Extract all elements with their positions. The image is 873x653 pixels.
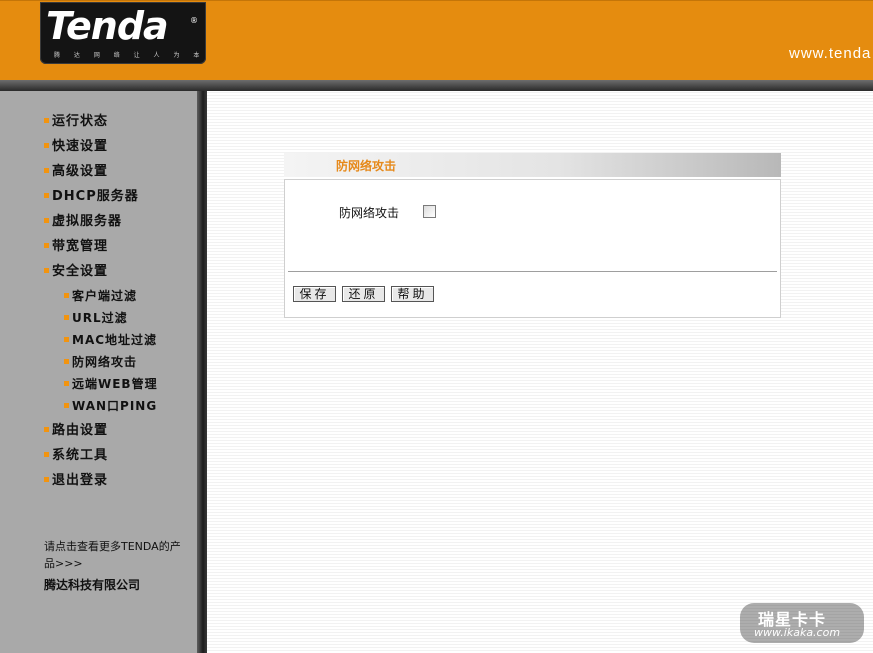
sidebar-item-label: 系统工具	[52, 448, 109, 463]
sidebar-item-quick-setup[interactable]: 快速设置	[44, 138, 108, 156]
panel-title: 防网络攻击	[336, 159, 397, 173]
sidebar-item-label: DHCP服务器	[52, 189, 139, 204]
sidebar-item-bandwidth[interactable]: 带宽管理	[44, 238, 108, 256]
bullet-icon	[64, 337, 69, 342]
bullet-icon	[44, 268, 49, 273]
bullet-icon	[64, 293, 69, 298]
tenda-logo: Tenda ® 腾 达 网 络 让 人 为 本	[40, 2, 206, 64]
bullet-icon	[64, 359, 69, 364]
bullet-icon	[44, 168, 49, 173]
watermark-url: www.ikaka.com	[754, 626, 841, 639]
sidebar-item-dhcp[interactable]: DHCP服务器	[44, 188, 139, 206]
bullet-icon	[44, 218, 49, 223]
bullet-icon	[44, 477, 49, 482]
bullet-icon	[44, 243, 49, 248]
header-bar: Tenda ® 腾 达 网 络 让 人 为 本 www.tenda	[0, 0, 873, 81]
sidebar-item-logout[interactable]: 退出登录	[44, 472, 108, 490]
bullet-icon	[44, 427, 49, 432]
sidebar-subitem-label: 客户端过滤	[72, 289, 138, 303]
sidebar-subitem-label: WAN口PING	[72, 399, 158, 413]
sidebar-subitem-anti-attack[interactable]: 防网络攻击	[64, 353, 137, 371]
sidebar-subitem-label: MAC地址过滤	[72, 333, 158, 347]
more-products-link[interactable]: 请点击查看更多TENDA的产品>>>	[44, 538, 184, 572]
sidebar-subitem-label: URL过滤	[72, 311, 128, 325]
sidebar-subitem-wan-ping[interactable]: WAN口PING	[64, 397, 157, 415]
panel-header: 防网络攻击	[284, 153, 781, 177]
bullet-icon	[44, 118, 49, 123]
sidebar-item-label: 快速设置	[52, 139, 109, 154]
bullet-icon	[44, 452, 49, 457]
sidebar-edge	[197, 91, 207, 653]
sidebar-item-label: 退出登录	[52, 473, 109, 488]
logo-text: Tenda	[46, 4, 169, 48]
sidebar-item-label: 虚拟服务器	[52, 214, 123, 229]
header-url: www.tenda	[789, 45, 872, 62]
logo-slogan: 腾 达 网 络 让 人 为 本	[54, 52, 206, 59]
sidebar-item-system-tools[interactable]: 系统工具	[44, 447, 108, 465]
sidebar-item-security[interactable]: 安全设置	[44, 263, 108, 281]
bullet-icon	[64, 381, 69, 386]
anti-attack-checkbox[interactable]	[423, 205, 436, 218]
settings-panel: 防网络攻击 保存 还原 帮助	[284, 179, 781, 318]
sidebar-subitem-label: 远端WEB管理	[72, 377, 158, 391]
restore-button[interactable]: 还原	[342, 286, 385, 302]
bullet-icon	[64, 315, 69, 320]
sidebar-subitem-label: 防网络攻击	[72, 355, 138, 369]
sidebar-item-status[interactable]: 运行状态	[44, 113, 108, 131]
bullet-icon	[44, 193, 49, 198]
sidebar-item-advanced[interactable]: 高级设置	[44, 163, 108, 181]
header-divider	[0, 80, 873, 91]
sidebar-item-label: 安全设置	[52, 264, 109, 279]
sidebar-item-label: 运行状态	[52, 114, 109, 129]
registered-mark: ®	[190, 16, 198, 25]
sidebar-subitem-client-filter[interactable]: 客户端过滤	[64, 287, 137, 305]
bullet-icon	[44, 143, 49, 148]
sidebar-subitem-mac-filter[interactable]: MAC地址过滤	[64, 331, 157, 349]
anti-attack-label: 防网络攻击	[339, 206, 400, 220]
sidebar-item-label: 带宽管理	[52, 239, 109, 254]
help-button[interactable]: 帮助	[391, 286, 434, 302]
watermark: 瑞星卡卡 www.ikaka.com	[740, 603, 864, 643]
save-button[interactable]: 保存	[293, 286, 336, 302]
sidebar-item-virtual-server[interactable]: 虚拟服务器	[44, 213, 122, 231]
sidebar-item-label: 高级设置	[52, 164, 109, 179]
sidebar-item-routing[interactable]: 路由设置	[44, 422, 108, 440]
sidebar-item-label: 路由设置	[52, 423, 109, 438]
sidebar-subitem-url-filter[interactable]: URL过滤	[64, 309, 128, 327]
company-name: 腾达科技有限公司	[44, 578, 141, 592]
bullet-icon	[64, 403, 69, 408]
panel-divider	[288, 271, 777, 272]
sidebar-subitem-remote-web[interactable]: 远端WEB管理	[64, 375, 158, 393]
